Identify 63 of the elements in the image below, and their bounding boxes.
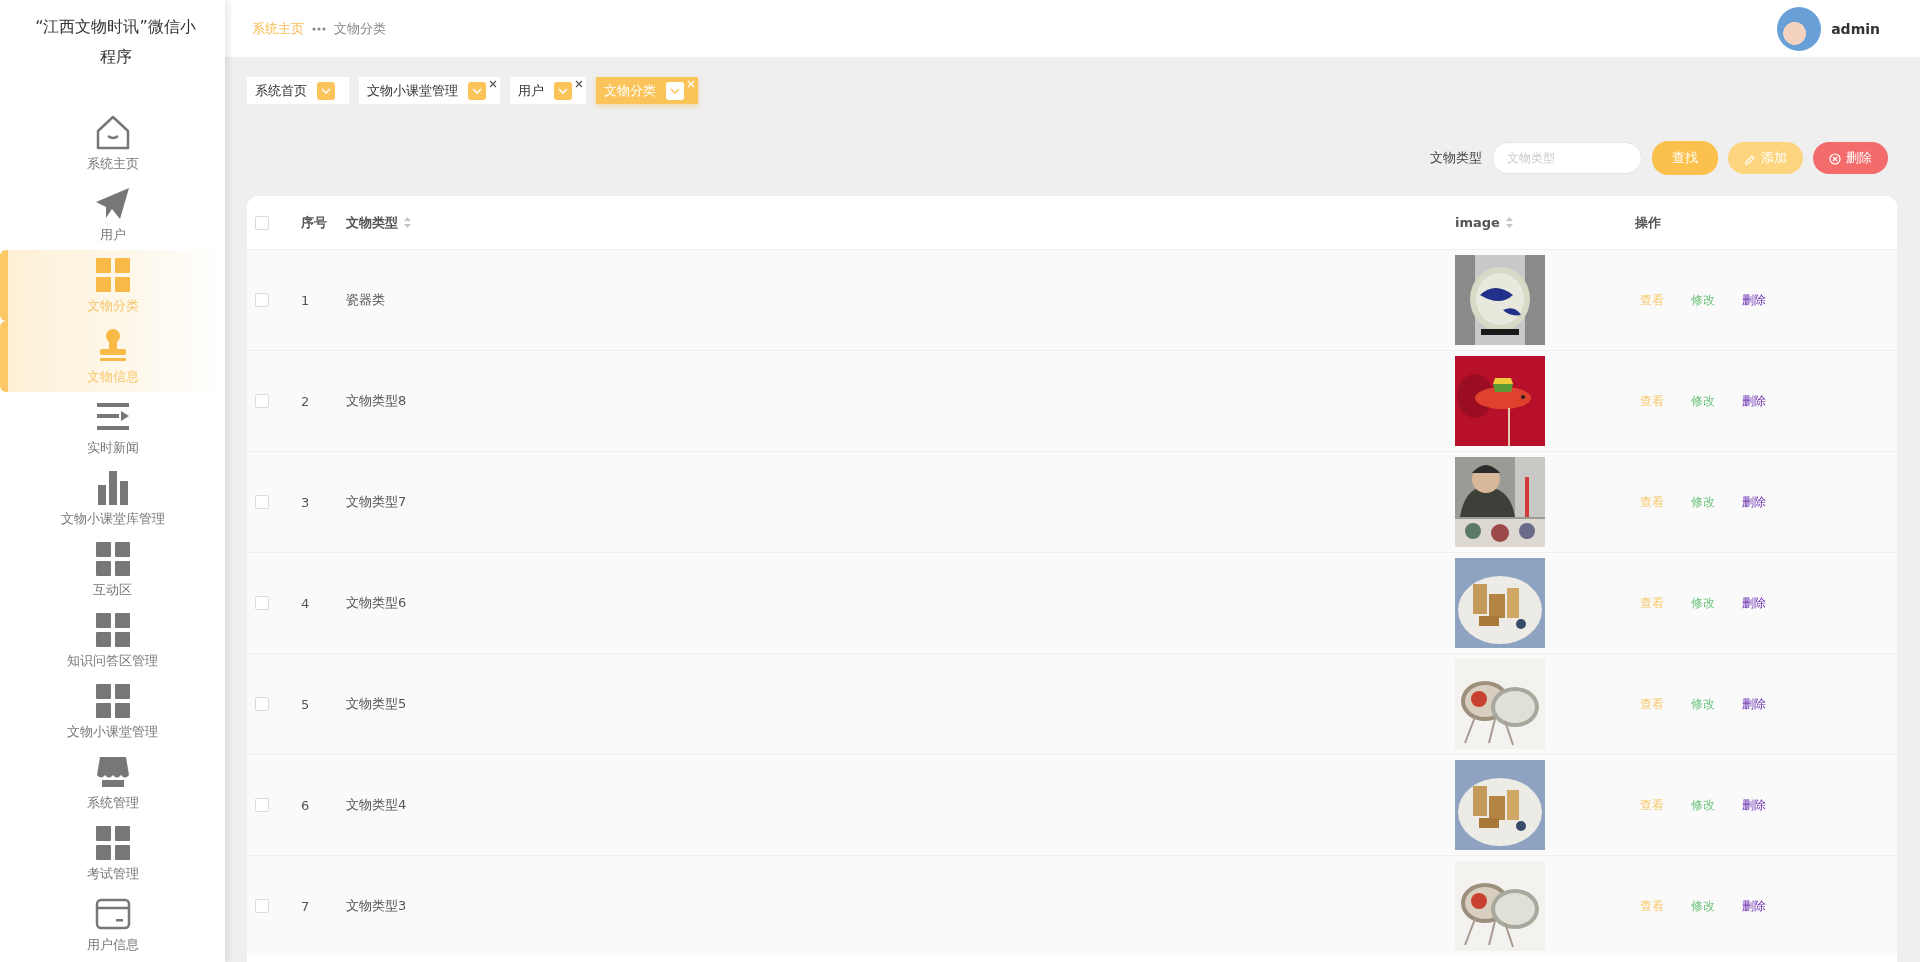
sidebar-item[interactable]: 系统主页: [0, 108, 225, 179]
table-cell: 5: [301, 696, 310, 712]
grid-icon: [93, 824, 132, 862]
delete-link[interactable]: 删除: [1742, 594, 1793, 612]
tab-menu-icon: [468, 81, 486, 100]
tab[interactable]: 用户: [510, 77, 586, 104]
sidebar-item[interactable]: 互动区: [0, 534, 225, 605]
search-label: 文物类型: [1430, 149, 1482, 167]
table-cell: 2: [301, 393, 310, 409]
table-cell: 文物类型8: [346, 392, 407, 410]
sidebar-item[interactable]: 考试管理: [0, 818, 225, 889]
grid-icon: [93, 256, 132, 294]
delete-link[interactable]: 删除: [1742, 796, 1793, 814]
table-cell: 3: [301, 494, 310, 510]
sidebar-item[interactable]: 系统管理: [0, 747, 225, 818]
sidebar-item[interactable]: 用户信息: [0, 889, 225, 960]
tab-menu-icon: [666, 81, 684, 100]
delete-link[interactable]: 删除: [1742, 897, 1793, 915]
sidebar-item[interactable]: 用户: [0, 179, 225, 250]
checkbox[interactable]: [255, 293, 269, 307]
column-header: 操作: [1635, 213, 1661, 232]
close-circle-icon: [1829, 151, 1841, 165]
table-cell: 文物类型4: [346, 796, 407, 814]
checkbox[interactable]: [255, 596, 269, 610]
checkbox[interactable]: [255, 798, 269, 812]
table-cell: 1: [301, 292, 310, 308]
grid-icon: [93, 540, 132, 578]
close-icon[interactable]: [575, 80, 583, 88]
table-cell: 瓷器类: [346, 291, 385, 309]
tab-menu-icon: [554, 81, 572, 100]
sidebar-item[interactable]: 实时新闻: [0, 392, 225, 463]
tab-menu-icon: [317, 81, 335, 100]
checkbox[interactable]: [255, 394, 269, 408]
delete-button[interactable]: 删除: [1813, 142, 1888, 174]
table-cell: 文物类型7: [346, 493, 407, 511]
table-cell: 7: [301, 898, 310, 914]
checkbox[interactable]: [255, 899, 269, 913]
sidebar-item[interactable]: 文物小课堂库管理: [0, 463, 225, 534]
column-header[interactable]: image: [1455, 215, 1500, 230]
sidebar-item[interactable]: 知识问答区管理: [0, 605, 225, 676]
checkbox[interactable]: [255, 215, 269, 230]
grid-icon: [93, 682, 132, 720]
column-header[interactable]: 文物类型: [346, 213, 398, 232]
app-title: “江西文物时讯”微信小程序: [34, 16, 197, 68]
checkbox[interactable]: [255, 495, 269, 509]
table-cell: 4: [301, 595, 310, 611]
close-icon[interactable]: [489, 80, 497, 88]
table-cell: 6: [301, 797, 310, 813]
tab[interactable]: 文物小课堂管理: [359, 77, 500, 104]
table-cell: 文物类型3: [346, 897, 407, 915]
sidebar-item[interactable]: 文物小课堂管理: [0, 676, 225, 747]
grid-icon: [93, 611, 132, 649]
checkbox[interactable]: [255, 697, 269, 711]
delete-link[interactable]: 删除: [1742, 291, 1793, 309]
ellipsis-separator-icon: [312, 26, 326, 31]
user-name[interactable]: admin: [1831, 20, 1880, 37]
delete-link[interactable]: 删除: [1742, 695, 1793, 713]
delete-link[interactable]: 删除: [1742, 493, 1793, 511]
table-cell: 文物类型6: [346, 594, 407, 612]
column-header: 序号: [301, 213, 327, 232]
table-cell: 文物类型5: [346, 695, 407, 713]
tab[interactable]: 系统首页: [247, 77, 349, 104]
delete-link[interactable]: 删除: [1742, 392, 1793, 410]
